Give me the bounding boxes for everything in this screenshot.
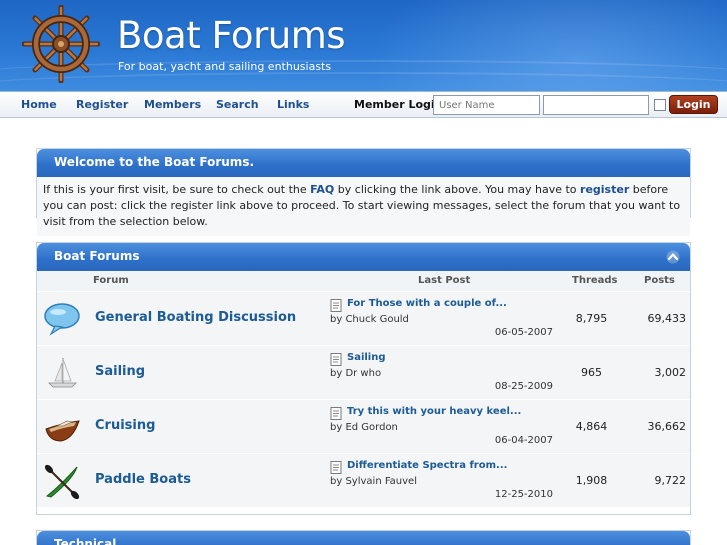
last-post-author: by Dr who [330,368,382,379]
last-post-author: by Sylvain Fauvel [330,476,417,487]
welcome-title: Welcome to the Boat Forums. [37,149,690,177]
welcome-panel: Welcome to the Boat Forums. If this is y… [36,148,691,236]
last-post-date: 12-25-2010 [494,489,553,500]
last-post-author: by Ed Gordon [330,422,398,433]
post-count: 69,433 [647,312,687,325]
thread-count: 4,864 [575,420,608,433]
forum-title-link[interactable]: Cruising [95,418,155,433]
username-input[interactable] [433,95,540,115]
nav-register[interactable]: Register [76,98,128,111]
col-forum: Forum [93,275,129,286]
technical-panel-title: Technical [37,531,690,545]
nav-links[interactable]: Links [277,98,309,111]
post-count: 3,002 [654,366,687,379]
nav-search[interactable]: Search [216,98,259,111]
post-count: 9,722 [654,474,687,487]
welcome-text: If this is your first visit, be sure to … [37,177,690,236]
forum-title-link[interactable]: Sailing [95,364,145,379]
faq-link[interactable]: FAQ [310,183,334,196]
last-post-date: 08-25-2009 [494,381,553,392]
site-title[interactable]: Boat Forums [117,14,346,57]
forums-panel-title: Boat Forums [54,249,140,263]
last-post-date: 06-04-2007 [494,435,553,446]
nav-bar: Home Register Members Search Links Membe… [0,91,727,118]
post-count: 36,662 [647,420,687,433]
welcome-text-part: If this is your first visit, be sure to … [43,183,311,196]
forums-panel: Boat Forums Forum Last Post Threads Post… [36,242,691,515]
sailboat-icon [48,358,77,388]
forum-row[interactable]: Paddle Boats Differentiate Spectra from.… [37,453,690,507]
document-icon [330,407,342,420]
password-input[interactable] [543,95,649,115]
last-post-link[interactable]: Sailing [347,352,386,363]
forum-row[interactable]: Sailing Sailing by Dr who 08-25-2009 965… [37,345,690,399]
document-icon [330,353,342,366]
last-post-link[interactable]: Try this with your heavy keel... [347,406,521,417]
last-post-author: by Chuck Gould [330,314,409,325]
login-button[interactable]: Login [669,95,718,114]
cruiser-boat-icon [45,420,80,442]
technical-panel: Technical [36,530,691,545]
col-last-post: Last Post [418,275,471,286]
col-posts: Posts [644,275,675,286]
remember-me-checkbox[interactable] [654,99,666,111]
collapse-up-icon[interactable] [666,250,680,264]
kayak-paddle-icon [44,464,80,499]
ship-wheel-icon[interactable] [22,5,100,83]
nav-home[interactable]: Home [21,98,57,111]
site-header: Boat Forums For boat, yacht and sailing … [0,0,727,91]
speech-bubble-icon [44,303,80,336]
col-threads: Threads [572,275,618,286]
register-link[interactable]: register [580,183,629,196]
thread-count: 8,795 [575,312,608,325]
forum-title-link[interactable]: Paddle Boats [95,472,191,487]
last-post-link[interactable]: Differentiate Spectra from... [347,460,507,471]
last-post-link[interactable]: For Those with a couple of... [347,298,507,309]
nav-members[interactable]: Members [144,98,201,111]
forum-row[interactable]: General Boating Discussion For Those wit… [37,291,690,345]
document-icon [330,299,342,312]
column-headers: Forum Last Post Threads Posts [37,271,690,291]
last-post-date: 06-05-2007 [494,327,553,338]
header-wave [0,72,727,91]
welcome-text-part: by clicking the link above. You may have… [334,183,581,196]
site-tagline: For boat, yacht and sailing enthusiasts [118,60,332,73]
thread-count: 1,908 [575,474,608,487]
forum-title-link[interactable]: General Boating Discussion [95,310,296,325]
thread-count: 965 [581,366,602,379]
forum-row[interactable]: Cruising Try this with your heavy keel..… [37,399,690,453]
forums-panel-header: Boat Forums [37,243,690,271]
document-icon [330,461,342,474]
